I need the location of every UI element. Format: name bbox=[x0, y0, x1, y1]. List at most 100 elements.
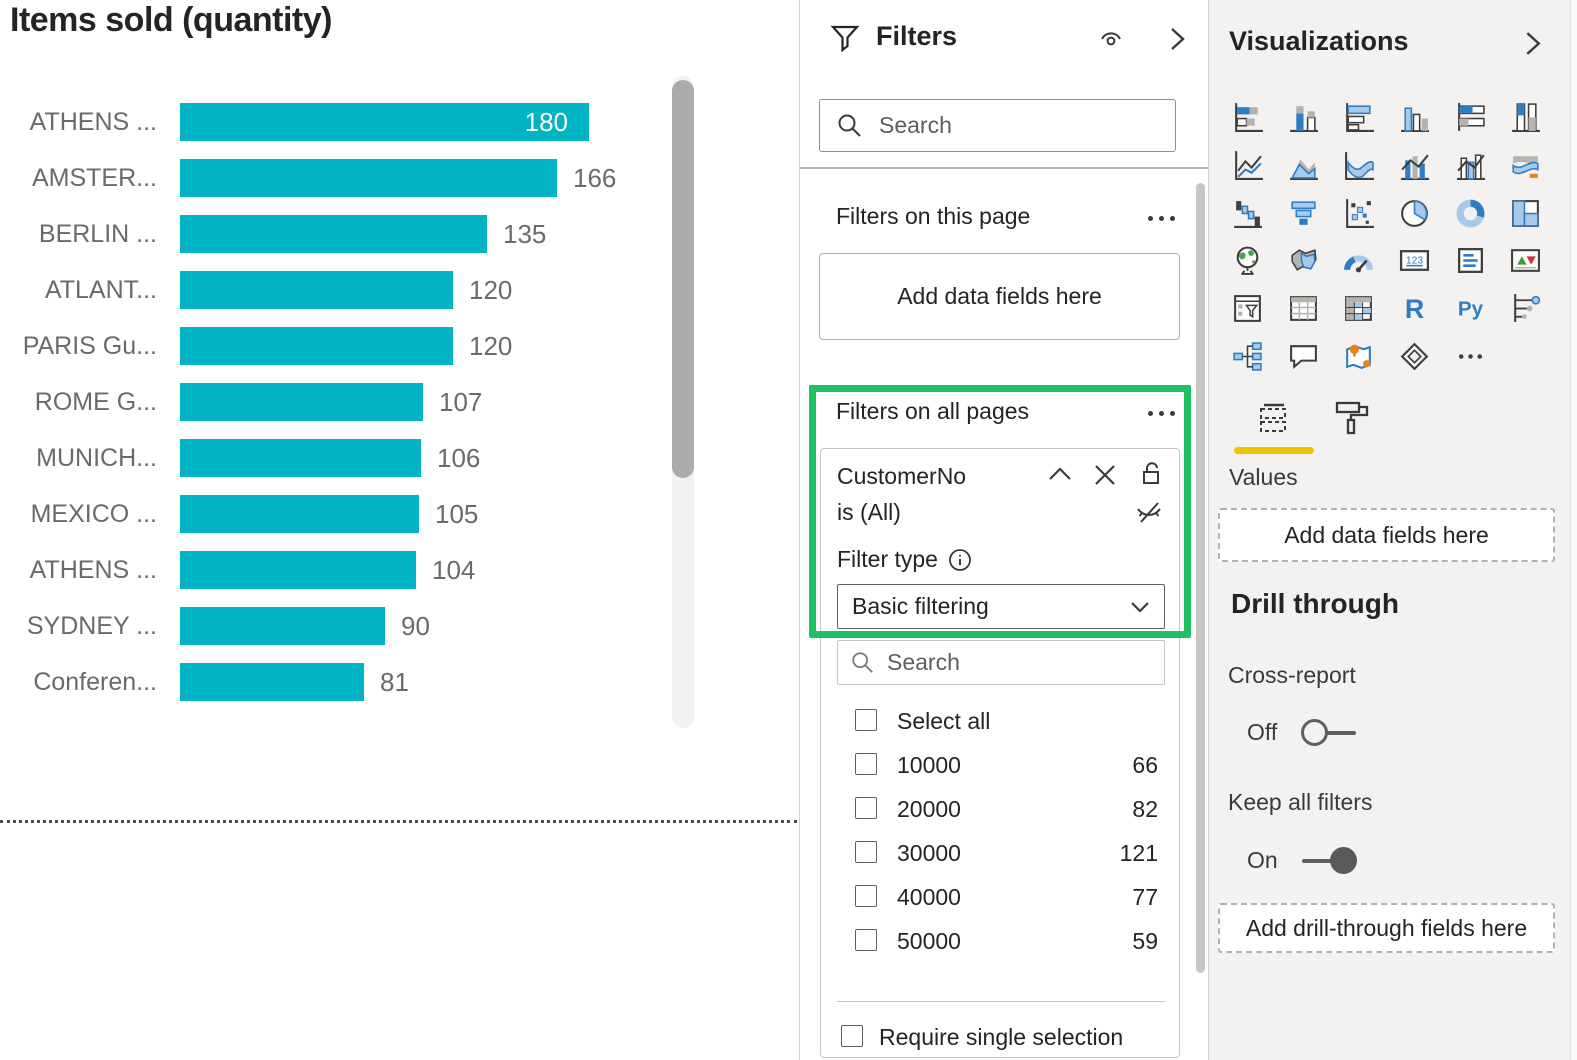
eye-icon[interactable] bbox=[1096, 26, 1126, 61]
value-label: 50000 bbox=[897, 919, 961, 963]
require-single-selection-row: Require single selection bbox=[821, 1015, 1181, 1059]
collapse-chevron-up-icon[interactable] bbox=[1046, 461, 1074, 494]
collapse-pane-chevron-right-icon[interactable] bbox=[1164, 26, 1190, 57]
viz-icon-r-script[interactable]: R bbox=[1387, 285, 1443, 333]
data-label: 135 bbox=[503, 206, 546, 262]
viz-icon-table[interactable] bbox=[1276, 285, 1332, 333]
filter-value-row: 30000121 bbox=[821, 831, 1181, 875]
value-checkbox[interactable] bbox=[855, 929, 877, 951]
fields-tab-icon[interactable] bbox=[1253, 399, 1293, 444]
value-checkbox[interactable] bbox=[855, 797, 877, 819]
bar[interactable] bbox=[180, 215, 487, 253]
add-data-fields-dropzone[interactable]: Add data fields here bbox=[819, 253, 1180, 340]
viz-icon-python-visual[interactable]: Py bbox=[1442, 285, 1498, 333]
viz-icon-multi-row-card[interactable] bbox=[1442, 237, 1498, 285]
remove-filter-close-icon[interactable] bbox=[1091, 461, 1119, 494]
viz-icon-treemap[interactable] bbox=[1498, 189, 1554, 237]
drill-through-add-fields-dropzone[interactable]: Add drill-through fields here bbox=[1218, 903, 1555, 953]
page-boundary-dotted-line bbox=[0, 820, 797, 823]
bar[interactable] bbox=[180, 383, 423, 421]
viz-icon-area-chart[interactable] bbox=[1276, 142, 1332, 190]
bar[interactable] bbox=[180, 495, 419, 533]
viz-icon-filled-map[interactable] bbox=[1276, 237, 1332, 285]
viz-icon-key-influencers[interactable] bbox=[1498, 285, 1554, 333]
format-paint-roller-tab-icon[interactable] bbox=[1334, 398, 1372, 443]
filter-type-selected-value: Basic filtering bbox=[852, 593, 1128, 620]
filter-field-name: CustomerNo bbox=[837, 463, 966, 490]
filters-pane-scrollbar-thumb[interactable] bbox=[1196, 183, 1205, 973]
value-checkbox[interactable] bbox=[855, 753, 877, 775]
chart-row: SYDNEY ...90 bbox=[0, 598, 700, 654]
filter-values-search-input[interactable] bbox=[887, 649, 1183, 676]
card-divider bbox=[837, 1001, 1165, 1002]
chart-scrollbar-thumb[interactable] bbox=[672, 80, 694, 478]
viz-icon-decomposition-tree[interactable] bbox=[1220, 332, 1276, 380]
bar[interactable] bbox=[180, 327, 453, 365]
viz-icon-clustered-column-chart[interactable] bbox=[1387, 94, 1443, 142]
viz-icon-matrix[interactable] bbox=[1331, 285, 1387, 333]
active-tab-underline bbox=[1234, 447, 1314, 454]
data-label: 104 bbox=[432, 542, 475, 598]
viz-icon-card[interactable]: 123 bbox=[1387, 237, 1443, 285]
viz-icon-kpi[interactable] bbox=[1498, 237, 1554, 285]
filters-all-pages-header: Filters on all pages bbox=[836, 398, 1029, 425]
bar[interactable] bbox=[180, 271, 453, 309]
more-options-icon[interactable] bbox=[1148, 216, 1175, 221]
viz-icon-slicer[interactable] bbox=[1220, 285, 1276, 333]
viz-icon-pie-chart[interactable] bbox=[1387, 189, 1443, 237]
viz-icon-map[interactable] bbox=[1220, 237, 1276, 285]
viz-icon-100-stacked-column-chart[interactable] bbox=[1498, 94, 1554, 142]
viz-icon-clustered-bar-chart[interactable] bbox=[1331, 94, 1387, 142]
more-options-icon[interactable] bbox=[1148, 411, 1175, 416]
value-checkbox[interactable] bbox=[855, 841, 877, 863]
chart-row: Conferen...81 bbox=[0, 654, 700, 710]
require-single-selection-checkbox[interactable] bbox=[841, 1025, 863, 1047]
bar[interactable] bbox=[180, 439, 421, 477]
cross-report-toggle-off[interactable] bbox=[1301, 719, 1356, 746]
values-add-fields-dropzone[interactable]: Add data fields here bbox=[1218, 508, 1555, 562]
viz-icon-stacked-bar-chart[interactable] bbox=[1220, 94, 1276, 142]
data-label: 81 bbox=[380, 654, 409, 710]
collapse-pane-chevron-right-icon[interactable] bbox=[1519, 30, 1546, 62]
svg-text:R: R bbox=[1405, 294, 1424, 324]
viz-icon-stacked-area-chart[interactable] bbox=[1331, 142, 1387, 190]
keep-all-filters-toggle-on[interactable] bbox=[1302, 847, 1357, 874]
filter-value-list: Select all 10000662000082300001214000077… bbox=[821, 699, 1181, 963]
bar[interactable] bbox=[180, 551, 416, 589]
viz-icon-stacked-column-chart[interactable] bbox=[1276, 94, 1332, 142]
viz-icon-funnel-chart[interactable] bbox=[1276, 189, 1332, 237]
keep-all-filters-state-label: On bbox=[1247, 847, 1278, 874]
chart-row: ATLANT...120 bbox=[0, 262, 700, 318]
filter-value-row: 1000066 bbox=[821, 743, 1181, 787]
eye-slash-hidden-icon[interactable] bbox=[1134, 496, 1164, 531]
chart-row: BERLIN ...135 bbox=[0, 206, 700, 262]
viz-icon-line-chart[interactable] bbox=[1220, 142, 1276, 190]
viz-icon-donut-chart[interactable] bbox=[1442, 189, 1498, 237]
select-all-checkbox[interactable] bbox=[855, 709, 877, 731]
bar[interactable] bbox=[180, 607, 385, 645]
filter-value-row: 2000082 bbox=[821, 787, 1181, 831]
info-icon[interactable] bbox=[947, 547, 973, 573]
value-label: 40000 bbox=[897, 875, 961, 919]
search-icon bbox=[836, 112, 863, 139]
viz-icon-100-stacked-bar-chart[interactable] bbox=[1442, 94, 1498, 142]
viz-icon-line-stacked-column-chart[interactable] bbox=[1387, 142, 1443, 190]
viz-icon-gauge[interactable] bbox=[1331, 237, 1387, 285]
data-label: 105 bbox=[435, 486, 478, 542]
viz-icon-power-apps[interactable] bbox=[1387, 332, 1443, 380]
unlock-icon[interactable] bbox=[1136, 459, 1164, 492]
bar[interactable] bbox=[180, 159, 557, 197]
viz-icon-qa-visual[interactable] bbox=[1276, 332, 1332, 380]
filter-type-dropdown[interactable]: Basic filtering bbox=[837, 584, 1165, 629]
viz-icon-line-clustered-column-chart[interactable] bbox=[1442, 142, 1498, 190]
viz-icon-arcgis-map[interactable] bbox=[1331, 332, 1387, 380]
viz-icon-more-options[interactable] bbox=[1442, 332, 1498, 380]
viz-pane-scrollbar-track[interactable] bbox=[1570, 0, 1577, 1060]
filters-search-input[interactable] bbox=[879, 112, 1175, 139]
category-label: MUNICH... bbox=[0, 430, 157, 486]
value-checkbox[interactable] bbox=[855, 885, 877, 907]
viz-icon-ribbon-chart[interactable] bbox=[1498, 142, 1554, 190]
bar[interactable] bbox=[180, 663, 364, 701]
viz-icon-scatter-chart[interactable] bbox=[1331, 189, 1387, 237]
viz-icon-waterfall-chart[interactable] bbox=[1220, 189, 1276, 237]
